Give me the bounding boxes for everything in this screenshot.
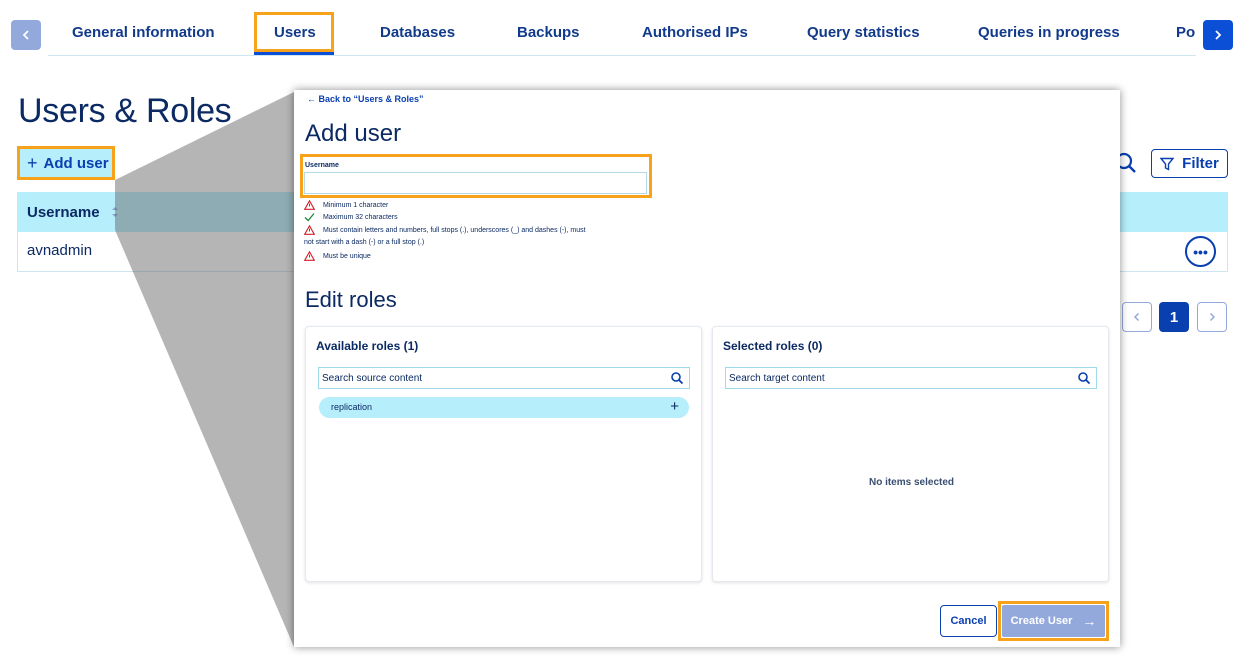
selected-roles-panel: Selected roles (0) No items selected bbox=[712, 326, 1109, 582]
warning-icon bbox=[303, 224, 316, 235]
source-search-field bbox=[318, 367, 690, 389]
checkmark-icon bbox=[304, 213, 315, 222]
add-user-label: Add user bbox=[43, 154, 109, 172]
empty-selection-message: No items selected bbox=[868, 477, 955, 488]
search-icon[interactable] bbox=[1077, 371, 1091, 385]
column-header-username[interactable]: Username bbox=[27, 204, 100, 221]
chevron-left-icon bbox=[22, 30, 29, 40]
search-icon[interactable] bbox=[670, 371, 684, 385]
tab-databases[interactable]: Databases bbox=[380, 24, 455, 41]
tab-queries-in-progress[interactable]: Queries in progress bbox=[978, 24, 1120, 41]
chevron-left-icon bbox=[1133, 312, 1140, 322]
target-search-field bbox=[725, 367, 1097, 389]
chevron-right-icon bbox=[1209, 312, 1216, 322]
filter-icon bbox=[1160, 157, 1175, 171]
back-to-users-roles-link[interactable]: ← Back to “Users & Roles” bbox=[307, 94, 424, 104]
tabs-strip: General information Users Databases Back… bbox=[48, 0, 1196, 56]
edit-roles-heading: Edit roles bbox=[305, 287, 397, 312]
username-label: Username bbox=[305, 162, 339, 169]
cancel-button[interactable]: Cancel bbox=[940, 605, 997, 637]
tab-general-information[interactable]: General information bbox=[72, 24, 215, 41]
tab-backups[interactable]: Backups bbox=[517, 24, 580, 41]
more-dots-icon: ••• bbox=[1193, 243, 1208, 260]
tab-bar: General information Users Databases Back… bbox=[0, 0, 1250, 70]
selected-roles-title: Selected roles (0) bbox=[723, 339, 823, 353]
add-role-plus-icon[interactable]: + bbox=[670, 398, 679, 415]
active-tab-highlight bbox=[254, 12, 334, 52]
add-user-dialog: ← Back to “Users & Roles” Add user Usern… bbox=[294, 90, 1120, 647]
plus-icon: + bbox=[27, 152, 38, 173]
validation-rule-continuation: not start with a dash (-) or a full stop… bbox=[304, 239, 425, 246]
tab-query-statistics[interactable]: Query statistics bbox=[807, 24, 920, 41]
tabs-scroll-right-button[interactable] bbox=[1203, 20, 1233, 50]
tab-truncated[interactable]: Po bbox=[1176, 24, 1195, 41]
warning-icon bbox=[303, 250, 316, 261]
sort-icon[interactable] bbox=[110, 204, 120, 220]
username-cell: avnadmin bbox=[27, 242, 93, 259]
dialog-title: Add user bbox=[305, 120, 402, 147]
add-user-button[interactable]: + Add user bbox=[17, 146, 115, 180]
available-roles-title: Available roles (1) bbox=[316, 339, 419, 353]
validation-rule: Maximum 32 characters bbox=[304, 212, 398, 223]
tabs-scroll-left-button[interactable] bbox=[11, 20, 41, 50]
available-roles-panel: Available roles (1) replication + bbox=[305, 326, 702, 582]
pagination-page-current[interactable]: 1 bbox=[1159, 302, 1189, 332]
validation-rule: Minimum 1 character bbox=[303, 199, 388, 211]
validation-rule: Must contain letters and numbers, full s… bbox=[303, 224, 586, 236]
list-item[interactable]: replication + bbox=[319, 397, 689, 418]
source-search-input[interactable] bbox=[319, 368, 659, 388]
create-user-label: Create User bbox=[1010, 615, 1073, 627]
pagination-prev-button[interactable] bbox=[1122, 302, 1152, 332]
username-input[interactable] bbox=[304, 172, 647, 194]
role-name: replication bbox=[331, 402, 373, 412]
chevron-right-icon bbox=[1215, 30, 1222, 40]
target-search-input[interactable] bbox=[726, 368, 1066, 388]
warning-icon bbox=[303, 199, 316, 210]
page-title: Users & Roles bbox=[18, 92, 232, 130]
arrow-right-icon: → bbox=[1082, 613, 1097, 629]
filter-label: Filter bbox=[1182, 155, 1219, 172]
pagination-next-button[interactable] bbox=[1197, 302, 1227, 332]
tab-authorised-ips[interactable]: Authorised IPs bbox=[642, 24, 748, 41]
validation-rule: Must be unique bbox=[303, 250, 371, 262]
create-user-button[interactable]: Create User → bbox=[1002, 605, 1105, 637]
active-tab-underline bbox=[254, 52, 334, 55]
filter-button[interactable]: Filter bbox=[1151, 149, 1228, 178]
row-actions-menu-button[interactable]: ••• bbox=[1185, 236, 1216, 267]
